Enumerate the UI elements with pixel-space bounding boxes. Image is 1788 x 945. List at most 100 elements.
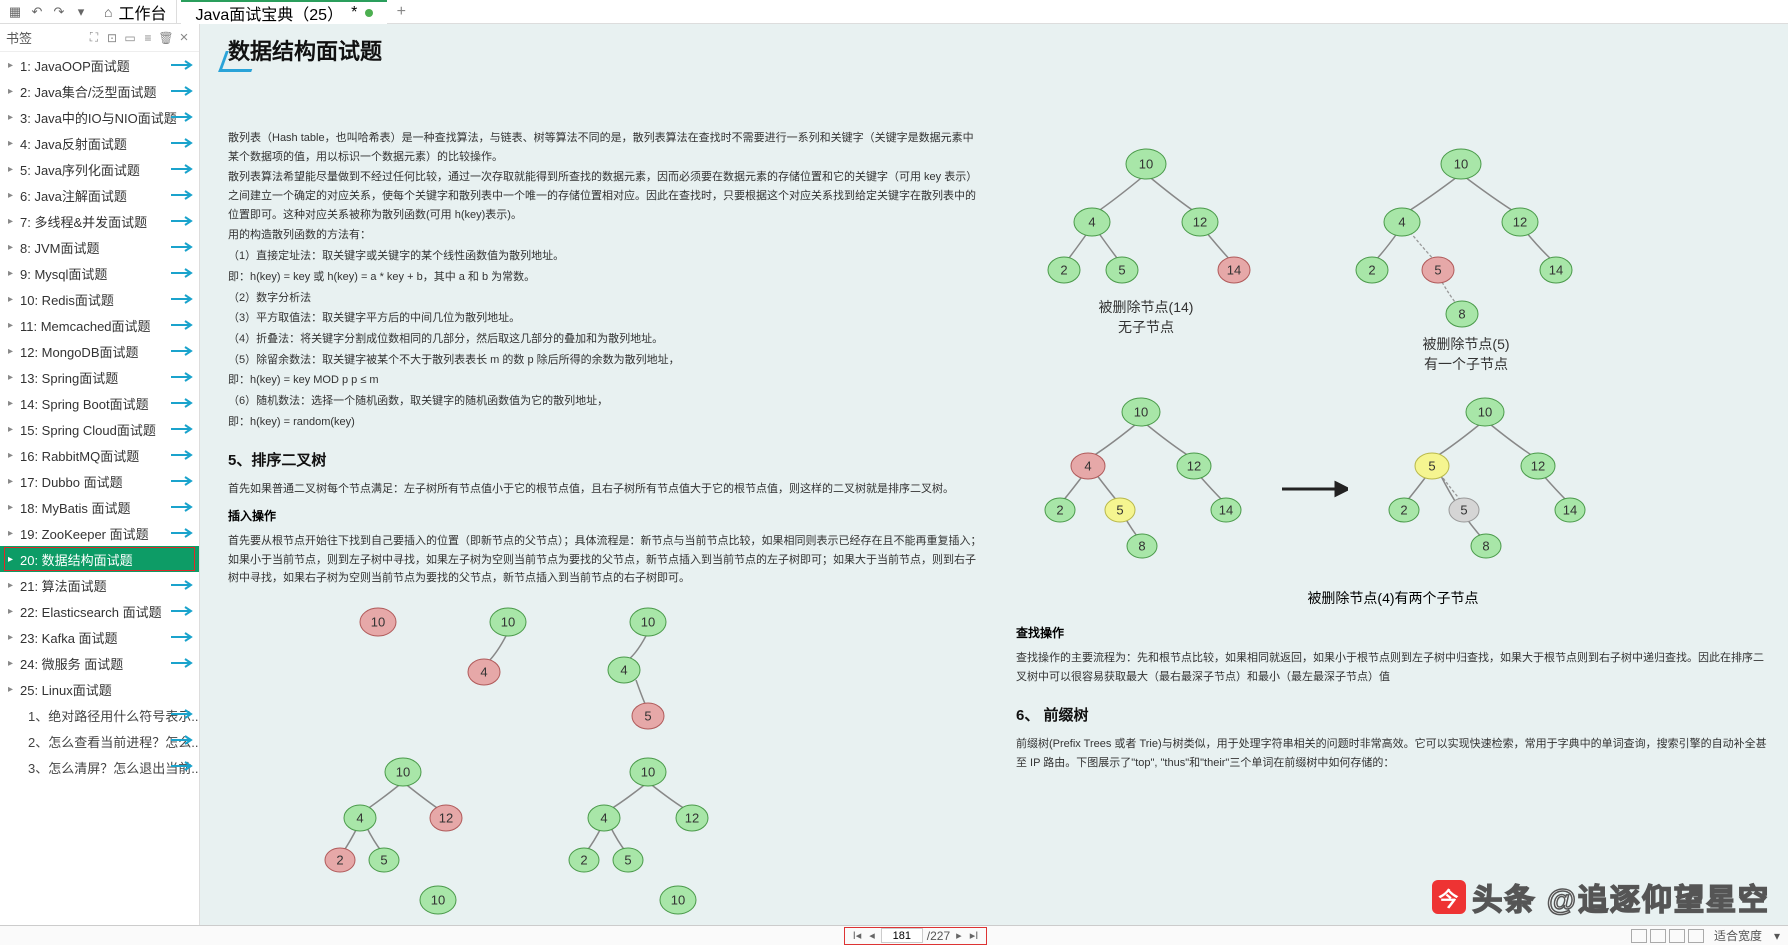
sidebar-item-label: 18: MyBatis 面试题 <box>20 498 131 517</box>
options-icon[interactable]: ≡ <box>139 31 157 45</box>
svg-text:8: 8 <box>1138 539 1145 554</box>
delete-diagram-bottom: 10 4 12 2 5 14 8 10 5 12 2 5 14 8 <box>1016 394 1770 584</box>
chevron-right-icon: ▸ <box>8 476 20 487</box>
prev-page-icon[interactable]: ◂ <box>867 929 877 942</box>
svg-text:被删除节点(5): 被删除节点(5) <box>1422 336 1509 352</box>
sidebar-title: 书签 <box>6 28 85 47</box>
last-page-icon[interactable]: ▸I <box>968 929 981 942</box>
sidebar-item-5[interactable]: ▸5: Java序列化面试题 <box>0 156 199 182</box>
hint-arrow-icon <box>169 111 195 123</box>
continuous-icon[interactable] <box>1669 929 1685 943</box>
thumb-icon[interactable] <box>1688 929 1704 943</box>
svg-text:5: 5 <box>624 853 631 868</box>
sidebar-item-24[interactable]: ▸24: 微服务 面试题 <box>0 650 199 676</box>
hint-arrow-icon <box>169 267 195 279</box>
two-page-icon[interactable] <box>1650 929 1666 943</box>
svg-text:5: 5 <box>1434 263 1441 278</box>
sidebar-item-15[interactable]: ▸15: Spring Cloud面试题 <box>0 416 199 442</box>
sidebar-item-20[interactable]: ▸20: 数据结构面试题 <box>0 546 199 572</box>
sidebar-item-label: 4: Java反射面试题 <box>20 134 127 153</box>
chevron-right-icon: ▸ <box>8 528 20 539</box>
svg-text:12: 12 <box>685 811 699 826</box>
tab-home[interactable]: ⌂ 工作台 <box>94 0 177 24</box>
sidebar-item-2[interactable]: ▸2: Java集合/泛型面试题 <box>0 78 199 104</box>
delete-icon[interactable]: 🗑 <box>157 31 175 45</box>
hash-line: 即：h(key) = key 或 h(key) = a * key + b，其中… <box>228 268 982 287</box>
hash-line: （2）数字分析法 <box>228 289 982 308</box>
sidebar-item-23[interactable]: ▸23: Kafka 面试题 <box>0 624 199 650</box>
section-sort-tree: 5、排序二叉树 <box>228 449 982 470</box>
svg-text:2: 2 <box>1056 503 1063 518</box>
sidebar-subitem-3[interactable]: 3、怎么清屏？怎么退出当前... <box>0 754 199 780</box>
svg-text:5: 5 <box>644 709 651 724</box>
sidebar-item-label: 14: Spring Boot面试题 <box>20 394 149 413</box>
svg-text:10: 10 <box>1134 405 1148 420</box>
hint-arrow-icon <box>169 163 195 175</box>
sidebar-item-12[interactable]: ▸12: MongoDB面试题 <box>0 338 199 364</box>
tab-active-dot <box>365 9 373 17</box>
hint-arrow-icon <box>169 215 195 227</box>
sidebar-item-10[interactable]: ▸10: Redis面试题 <box>0 286 199 312</box>
hint-arrow-icon <box>169 527 195 539</box>
save-icon[interactable]: ▦ <box>6 3 24 21</box>
sidebar-item-label: 3: Java中的IO与NIO面试题 <box>20 108 177 127</box>
sidebar-item-label: 20: 数据结构面试题 <box>20 550 133 569</box>
hint-arrow-icon <box>169 293 195 305</box>
sidebar-item-18[interactable]: ▸18: MyBatis 面试题 <box>0 494 199 520</box>
sidebar-subitem-2[interactable]: 2、怎么查看当前进程？怎么... <box>0 728 199 754</box>
expand-all-icon[interactable]: ⛶ <box>85 30 103 45</box>
new-tab-button[interactable]: + <box>391 3 411 21</box>
sidebar-item-7[interactable]: ▸7: 多线程&并发面试题 <box>0 208 199 234</box>
hash-line: 即：h(key) = key MOD p p ≤ m <box>228 371 982 390</box>
document-viewport: 数据结构面试题 散列表（Hash table，也叫哈希表）是一种查找算法，与链表… <box>200 24 1788 925</box>
sidebar-item-6[interactable]: ▸6: Java注解面试题 <box>0 182 199 208</box>
hint-arrow-icon <box>169 371 195 383</box>
fit-dropdown-icon[interactable]: ▾ <box>1774 929 1780 943</box>
chevron-right-icon: ▸ <box>8 554 20 565</box>
sidebar-item-13[interactable]: ▸13: Spring面试题 <box>0 364 199 390</box>
next-page-icon[interactable]: ▸ <box>954 929 964 942</box>
hint-arrow-icon <box>169 475 195 487</box>
view-mode-icons <box>1631 929 1704 943</box>
hash-line: 散列表算法希望能尽量做到不经过任何比较，通过一次存取就能得到所查找的数据元素，因… <box>228 168 982 224</box>
sidebar-item-17[interactable]: ▸17: Dubbo 面试题 <box>0 468 199 494</box>
sidebar-item-3[interactable]: ▸3: Java中的IO与NIO面试题 <box>0 104 199 130</box>
chevron-right-icon: ▸ <box>8 320 20 331</box>
svg-text:10: 10 <box>671 893 685 908</box>
page-input[interactable] <box>881 928 923 943</box>
dropdown-icon[interactable]: ▾ <box>72 3 90 21</box>
hint-arrow-icon <box>169 501 195 513</box>
sidebar-item-11[interactable]: ▸11: Memcached面试题 <box>0 312 199 338</box>
hash-line: （1）直接定址法：取关键字或关键字的某个线性函数值为散列地址。 <box>228 247 982 266</box>
svg-text:2: 2 <box>580 853 587 868</box>
close-sidebar-icon[interactable]: × <box>175 29 193 46</box>
first-page-icon[interactable]: I◂ <box>851 929 864 942</box>
sidebar-item-8[interactable]: ▸8: JVM面试题 <box>0 234 199 260</box>
chevron-right-icon: ▸ <box>8 502 20 513</box>
page-navigator: I◂ ◂ /227 ▸ ▸I <box>844 927 988 945</box>
sidebar-item-4[interactable]: ▸4: Java反射面试题 <box>0 130 199 156</box>
hint-arrow-icon <box>169 241 195 253</box>
collapse-all-icon[interactable]: ⊡ <box>103 31 121 45</box>
sidebar-item-22[interactable]: ▸22: Elasticsearch 面试题 <box>0 598 199 624</box>
fit-width-label[interactable]: 适合宽度 <box>1714 927 1762 944</box>
sidebar-item-label: 22: Elasticsearch 面试题 <box>20 602 162 621</box>
sidebar-item-14[interactable]: ▸14: Spring Boot面试题 <box>0 390 199 416</box>
hint-arrow-icon <box>169 397 195 409</box>
redo-icon[interactable]: ↷ <box>50 3 68 21</box>
sidebar-subitem-1[interactable]: 1、绝对路径用什么符号表示... <box>0 702 199 728</box>
single-page-icon[interactable] <box>1631 929 1647 943</box>
undo-icon[interactable]: ↶ <box>28 3 46 21</box>
sidebar-item-label: 24: 微服务 面试题 <box>20 654 123 673</box>
sidebar-item-21[interactable]: ▸21: 算法面试题 <box>0 572 199 598</box>
sidebar-item-19[interactable]: ▸19: ZooKeeper 面试题 <box>0 520 199 546</box>
chevron-right-icon: ▸ <box>8 424 20 435</box>
chevron-right-icon: ▸ <box>8 112 20 123</box>
sidebar-item-25[interactable]: ▸25: Linux面试题 <box>0 676 199 702</box>
topbar: ▦ ↶ ↷ ▾ ⌂ 工作台 Java面试宝典（25） * + <box>0 0 1788 24</box>
sidebar-item-1[interactable]: ▸1: JavaOOP面试题 <box>0 52 199 78</box>
tab-document[interactable]: Java面试宝典（25） * <box>181 0 387 24</box>
new-bookmark-icon[interactable]: ▭ <box>121 31 139 45</box>
sidebar-item-16[interactable]: ▸16: RabbitMQ面试题 <box>0 442 199 468</box>
sidebar-item-9[interactable]: ▸9: Mysql面试题 <box>0 260 199 286</box>
